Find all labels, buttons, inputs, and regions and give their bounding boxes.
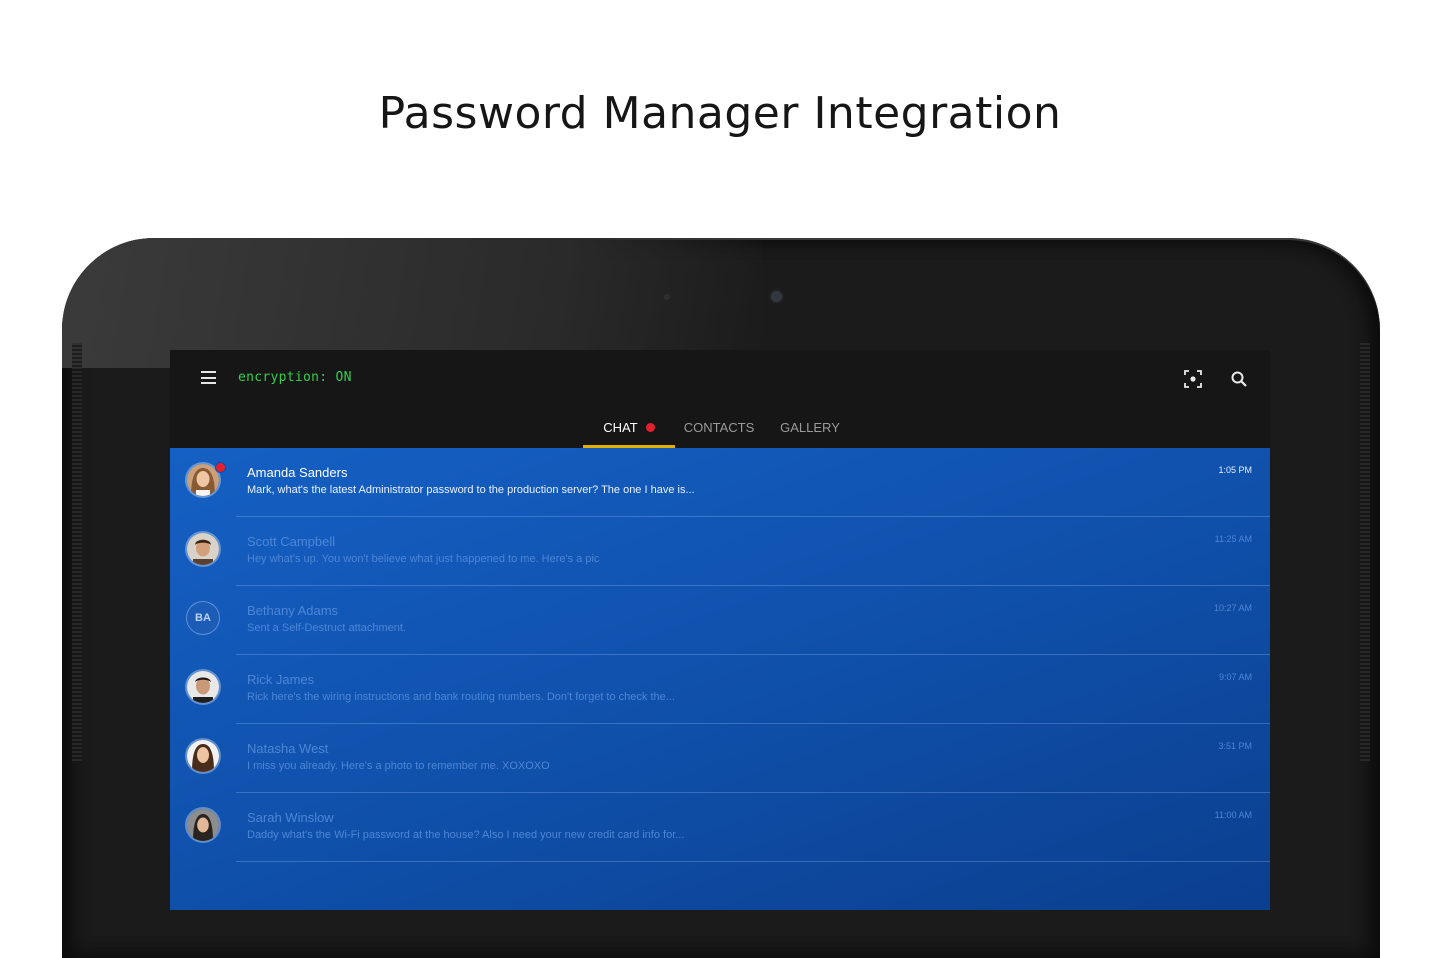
tab-bar: CHAT CONTACTS GALLERY <box>170 408 1270 448</box>
search-icon[interactable] <box>1230 370 1248 388</box>
message-preview: Hey what's up. You won't believe what ju… <box>247 553 600 565</box>
message-preview: Rick here's the wiring instructions and … <box>247 691 675 703</box>
message-time: 1:05 PM <box>1218 465 1252 475</box>
avatar <box>187 671 219 703</box>
front-camera <box>771 291 782 302</box>
message-time: 9:07 AM <box>1218 672 1252 682</box>
speaker-grille-right <box>1360 343 1370 763</box>
conversation-row-amanda-sanders[interactable]: Amanda Sanders Mark, what's the latest A… <box>170 448 1270 517</box>
unread-badge <box>215 462 226 473</box>
tab-chat[interactable]: CHAT <box>583 408 675 448</box>
hamburger-menu-icon[interactable] <box>201 371 216 384</box>
message-preview: Daddy what's the Wi-Fi password at the h… <box>247 829 685 841</box>
contact-name: Natasha West <box>247 741 329 756</box>
message-time: 11:00 AM <box>1214 810 1252 820</box>
unread-indicator-dot <box>645 423 655 433</box>
message-time: 3:51 PM <box>1218 741 1252 751</box>
contact-name: Rick James <box>247 672 315 687</box>
message-preview: Sent a Self-Destruct attachment. <box>247 622 406 634</box>
conversation-row-natasha-west[interactable]: Natasha West I miss you already. Here's … <box>170 724 1270 793</box>
conversation-list: Amanda Sanders Mark, what's the latest A… <box>170 448 1270 910</box>
message-preview: Mark, what's the latest Administrator pa… <box>247 484 695 496</box>
avatar-initials: BA <box>187 602 219 634</box>
conversation-row-sarah-winslow[interactable]: Sarah Winslow Daddy what's the Wi-Fi pas… <box>170 793 1270 862</box>
row-divider <box>236 861 1270 862</box>
encryption-status: encryption: ON <box>238 370 352 385</box>
tab-gallery[interactable]: GALLERY <box>767 408 853 448</box>
speaker-grille-left <box>72 343 82 763</box>
avatar <box>187 740 219 772</box>
contact-name: Scott Campbell <box>247 534 336 549</box>
page-headline: Password Manager Integration <box>378 88 1062 139</box>
avatar <box>187 809 219 841</box>
tablet-sheen <box>62 238 762 368</box>
light-sensor <box>664 294 670 300</box>
conversation-row-scott-campbell[interactable]: Scott Campbell Hey what's up. You won't … <box>170 517 1270 586</box>
contact-name: Bethany Adams <box>247 603 339 618</box>
tab-chat-label: CHAT <box>603 420 638 435</box>
message-time: 11:25 AM <box>1214 534 1252 544</box>
scan-icon[interactable] <box>1184 370 1202 388</box>
avatar <box>187 533 219 565</box>
app-bar: encryption: ON <box>170 350 1270 408</box>
message-preview: I miss you already. Here's a photo to re… <box>247 760 550 772</box>
tab-contacts[interactable]: CONTACTS <box>677 408 761 448</box>
message-time: 10:27 AM <box>1213 603 1252 613</box>
contact-name: Sarah Winslow <box>247 810 334 825</box>
conversation-row-bethany-adams[interactable]: BA Bethany Adams Sent a Self-Destruct at… <box>170 586 1270 655</box>
contact-name: Amanda Sanders <box>247 465 348 480</box>
conversation-row-rick-james[interactable]: Rick James Rick here's the wiring instru… <box>170 655 1270 724</box>
app-screen: encryption: ON CHAT CONTACTS GALLERY Ama… <box>170 350 1270 910</box>
